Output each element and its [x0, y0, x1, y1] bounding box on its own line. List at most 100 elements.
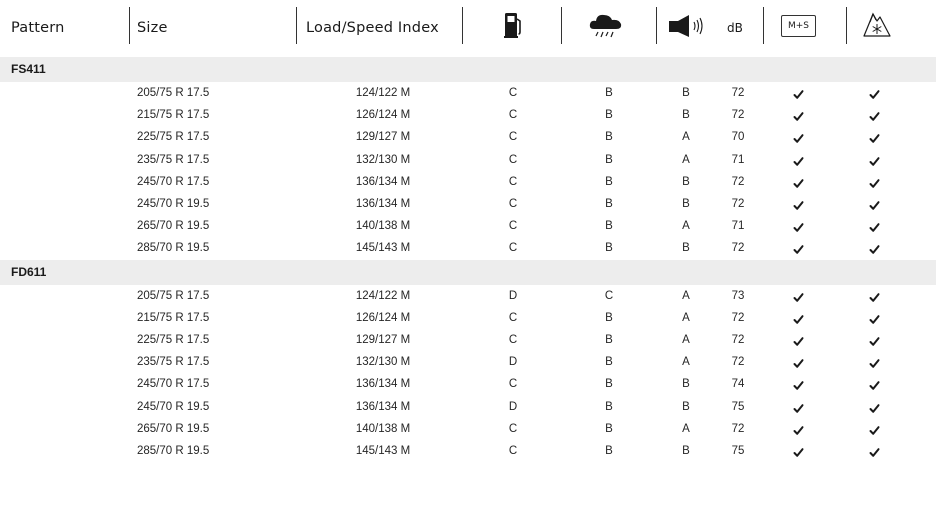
- wet-grip-cell: B: [605, 445, 613, 457]
- noise-db-cell: 73: [731, 289, 745, 302]
- pattern-name: FS411: [11, 62, 46, 76]
- snowflake-check-icon: [869, 131, 880, 144]
- header-pattern-label: Pattern: [11, 19, 65, 36]
- tire-size-cell: 245/70 R 17.5: [137, 378, 210, 391]
- table-row: 205/75 R 17.5 124/122 M D C A 73: [0, 285, 936, 307]
- header-divider: [462, 7, 463, 44]
- fuel-efficiency-cell: C: [508, 175, 518, 188]
- fuel-efficiency-cell: D: [508, 289, 518, 302]
- ms-check-icon: [793, 401, 804, 413]
- load-speed-index-cell: 145/143 M: [355, 242, 411, 255]
- snowflake-check-icon: [869, 242, 880, 255]
- load-speed-index-cell: 136/134 M: [355, 198, 411, 210]
- fuel-efficiency-cell: C: [508, 378, 518, 391]
- ms-check-icon: [793, 356, 804, 368]
- snowflake-check-icon: [869, 378, 880, 391]
- speaker-icon: [669, 15, 703, 37]
- noise-class-cell: A: [682, 153, 690, 166]
- tire-size-cell: 265/70 R 19.5: [137, 220, 210, 233]
- snowflake-check-icon: [869, 334, 880, 346]
- load-speed-index-cell: 132/130 M: [355, 153, 411, 166]
- wet-grip-cell: C: [604, 289, 614, 302]
- ms-badge-label: M+S: [787, 21, 810, 31]
- load-speed-index-cell: 129/127 M: [355, 334, 411, 346]
- noise-db-cell: 75: [731, 445, 745, 457]
- wet-grip-cell: B: [605, 87, 613, 99]
- noise-class-cell: B: [682, 175, 690, 188]
- header-db-label: dB: [727, 20, 743, 35]
- fuel-efficiency-cell: C: [508, 220, 518, 233]
- noise-db-cell: 74: [731, 378, 745, 391]
- snowflake-check-icon: [869, 401, 880, 413]
- noise-db-cell: 71: [731, 153, 745, 166]
- snowflake-check-icon: [869, 356, 880, 368]
- wet-grip-cell: B: [605, 356, 613, 369]
- load-speed-index-cell: 132/130 M: [355, 356, 411, 369]
- fuel-pump-icon: [504, 13, 521, 38]
- fuel-efficiency-cell: D: [508, 356, 518, 369]
- header-size: Size: [137, 0, 168, 55]
- snowflake-check-icon: [869, 176, 880, 188]
- table-row: 235/75 R 17.5 132/130 M D B A 72: [0, 351, 936, 373]
- table-row: 285/70 R 19.5 145/143 M C B B 72: [0, 237, 936, 259]
- header-db: dB: [727, 0, 743, 55]
- wet-grip-cell: B: [605, 175, 613, 188]
- load-speed-index-cell: 136/134 M: [355, 400, 411, 413]
- rain-cloud-icon: [589, 14, 622, 38]
- noise-db-cell: 72: [731, 87, 745, 99]
- noise-db-cell: 70: [731, 131, 745, 144]
- header-divider: [129, 7, 130, 44]
- snowflake-check-icon: [869, 198, 880, 210]
- fuel-efficiency-cell: C: [508, 109, 518, 122]
- noise-class-cell: B: [682, 242, 690, 255]
- mountain-snowflake-icon: [863, 12, 891, 37]
- header-divider: [561, 7, 562, 44]
- noise-class-cell: A: [682, 289, 690, 302]
- ms-check-icon: [793, 312, 804, 324]
- pattern-group-header: FS411: [0, 57, 936, 82]
- snowflake-check-icon: [869, 109, 880, 121]
- table-row: 245/70 R 17.5 136/134 M C B B 74: [0, 373, 936, 395]
- snowflake-check-icon: [869, 445, 880, 457]
- snowflake-check-icon: [869, 154, 880, 166]
- noise-class-cell: B: [682, 109, 690, 122]
- noise-db-cell: 75: [731, 400, 745, 413]
- noise-class-cell: B: [682, 378, 690, 391]
- noise-class-cell: A: [682, 131, 690, 144]
- table-row: 205/75 R 17.5 124/122 M C B B 72: [0, 82, 936, 104]
- noise-db-cell: 72: [731, 334, 745, 346]
- fuel-efficiency-cell: C: [508, 334, 518, 346]
- wet-grip-cell: B: [605, 131, 613, 144]
- wet-grip-cell: B: [605, 400, 613, 413]
- wet-grip-cell: B: [605, 334, 613, 346]
- pattern-name: FD611: [11, 264, 47, 279]
- noise-db-cell: 72: [731, 198, 745, 210]
- load-speed-index-cell: 136/134 M: [355, 175, 411, 188]
- wet-grip-cell: B: [605, 422, 613, 435]
- fuel-efficiency-cell: D: [508, 400, 518, 413]
- fuel-efficiency-cell: C: [508, 153, 518, 166]
- ms-check-icon: [793, 242, 804, 255]
- tire-size-cell: 215/75 R 17.5: [137, 311, 210, 324]
- table-row: 215/75 R 17.5 126/124 M C B B 72: [0, 104, 936, 126]
- noise-class-cell: A: [682, 334, 690, 346]
- load-speed-index-cell: 136/134 M: [355, 378, 411, 391]
- noise-db-cell: 72: [731, 356, 745, 369]
- header-divider: [296, 7, 297, 44]
- snowflake-check-icon: [869, 220, 880, 232]
- table-row: 235/75 R 17.5 132/130 M C B A 71: [0, 149, 936, 171]
- tire-size-cell: 235/75 R 17.5: [137, 153, 210, 166]
- snowflake-check-icon: [869, 312, 880, 324]
- table-header: Pattern Size Load/Speed Index dB M+S: [0, 0, 936, 55]
- header-divider: [846, 7, 847, 44]
- noise-db-cell: 72: [731, 311, 745, 324]
- snowflake-check-icon: [869, 423, 880, 435]
- load-speed-index-cell: 126/124 M: [355, 311, 411, 324]
- tire-size-cell: 225/75 R 17.5: [137, 334, 210, 346]
- wet-grip-cell: B: [605, 220, 613, 233]
- ms-check-icon: [793, 109, 804, 121]
- load-speed-index-cell: 129/127 M: [355, 131, 411, 144]
- tire-size-cell: 245/70 R 19.5: [137, 198, 210, 210]
- fuel-efficiency-cell: C: [508, 445, 518, 457]
- ms-check-icon: [793, 334, 804, 346]
